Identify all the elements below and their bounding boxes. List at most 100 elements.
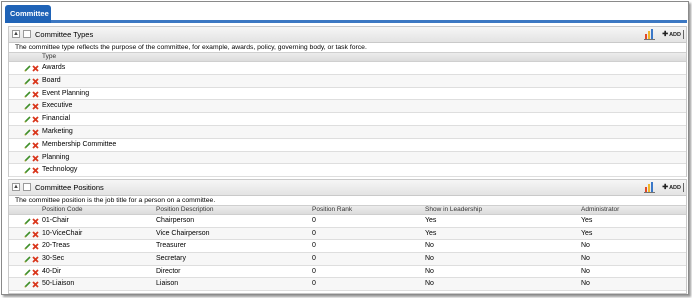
square-icon[interactable] (23, 183, 31, 191)
tab-bar: Committee (5, 5, 687, 23)
add-committee-type-button[interactable]: ✚ADD (662, 30, 684, 39)
committee-positions-panel: ▲ Committee Positions ✚ADD The committee… (8, 179, 687, 294)
position-description-cell: Treasurer (156, 242, 187, 250)
collapse-up-icon[interactable]: ▲ (12, 183, 20, 191)
pencil-icon[interactable] (24, 129, 31, 136)
table-row[interactable]: Executive (9, 100, 686, 114)
position-rank-cell: 0 (312, 242, 316, 250)
pencil-icon[interactable] (24, 91, 31, 98)
square-icon[interactable] (23, 30, 31, 38)
column-header-position-code[interactable]: Position Code (42, 206, 82, 214)
pencil-icon[interactable] (24, 103, 31, 110)
type-cell: Marketing (42, 127, 73, 135)
red-x-icon[interactable] (32, 154, 39, 162)
administrator-cell: No (581, 242, 590, 250)
red-x-icon[interactable] (32, 231, 39, 238)
red-x-icon[interactable] (32, 103, 39, 111)
bar-chart-icon[interactable] (644, 181, 656, 193)
committee-positions-header: ▲ Committee Positions ✚ADD (9, 180, 686, 196)
position-rank-cell: 0 (312, 217, 316, 224)
pencil-icon[interactable] (24, 116, 31, 123)
committee-positions-description: The committee position is the job title … (15, 197, 216, 204)
committee-types-description: The committee type reflects the purpose … (15, 44, 367, 51)
pencil-icon[interactable] (24, 281, 31, 289)
red-x-icon[interactable] (32, 256, 39, 263)
administrator-cell: Yes (581, 229, 593, 237)
column-header-administrator[interactable]: Administrator (581, 206, 619, 214)
red-x-icon[interactable] (32, 269, 39, 276)
pencil-icon[interactable] (24, 155, 31, 162)
plus-icon: ✚ (662, 184, 669, 191)
tab-committee[interactable]: Committee (5, 5, 51, 23)
committee-window: Committee ▲ Committee Types ✚ADD The com… (1, 1, 689, 295)
table-row[interactable]: 50-Liaison Liaison 0 No No (9, 278, 686, 292)
table-row[interactable]: Board (9, 74, 686, 88)
type-cell: Financial (42, 115, 71, 123)
administrator-cell: No (581, 267, 590, 275)
position-code-cell: 40-Dir (42, 267, 62, 275)
type-cell: Board (42, 76, 61, 84)
pencil-icon[interactable] (24, 65, 31, 72)
position-code-cell: 20-Treas (42, 242, 70, 250)
table-row[interactable]: Financial (9, 113, 686, 126)
table-row[interactable]: Marketing (9, 125, 686, 139)
red-x-icon[interactable] (32, 78, 39, 85)
red-x-icon[interactable] (32, 218, 39, 225)
red-x-icon[interactable] (32, 129, 39, 136)
pencil-icon[interactable] (24, 256, 31, 263)
committee-types-title: Committee Types (35, 30, 94, 39)
show-in-leadership-cell: No (425, 280, 434, 288)
position-description-cell: Director (156, 267, 181, 275)
position-rank-cell: 0 (312, 255, 316, 263)
administrator-cell: No (581, 280, 590, 288)
table-row[interactable]: 01-Chair Chairperson 0 Yes Yes (9, 215, 686, 228)
add-label: ADD (669, 185, 681, 191)
pencil-icon[interactable] (24, 167, 31, 174)
table-row[interactable]: 10-ViceChair Vice Chairperson 0 Yes Yes (9, 227, 686, 241)
table-row[interactable]: 20-Treas Treasurer 0 No No (9, 240, 686, 254)
table-row[interactable]: Membership Committee (9, 139, 686, 152)
column-header-type[interactable]: Type (42, 53, 56, 61)
red-x-icon[interactable] (32, 281, 39, 289)
add-label: ADD (669, 32, 681, 38)
column-header-position-description[interactable]: Position Description (156, 206, 213, 214)
table-row[interactable]: 40-Dir Director 0 No No (9, 266, 686, 279)
red-x-icon[interactable] (32, 243, 39, 251)
administrator-cell: No (581, 255, 590, 263)
red-x-icon[interactable] (32, 65, 39, 72)
position-rank-cell: 0 (312, 280, 316, 288)
position-description-cell: Chairperson (156, 217, 195, 224)
plus-icon: ✚ (662, 31, 669, 38)
committee-positions-list: 01-Chair Chairperson 0 Yes Yes 10-ViceChair Vi… (9, 215, 686, 292)
red-x-icon[interactable] (32, 142, 39, 149)
type-cell: Awards (42, 64, 66, 71)
table-row[interactable]: Planning (9, 151, 686, 165)
red-x-icon[interactable] (32, 167, 39, 175)
show-in-leadership-cell: No (425, 267, 434, 275)
pencil-icon[interactable] (24, 243, 31, 250)
table-row[interactable]: 30-Sec Secretary 0 No No (9, 253, 686, 266)
column-header-position-rank[interactable]: Position Rank (312, 206, 352, 214)
table-row[interactable]: Awards (9, 62, 686, 75)
red-x-icon[interactable] (32, 116, 39, 123)
show-in-leadership-cell: No (425, 242, 434, 250)
bar-chart-icon[interactable] (644, 28, 656, 40)
collapse-up-icon[interactable]: ▲ (12, 30, 20, 38)
table-row[interactable]: Event Planning (9, 88, 686, 101)
administrator-cell: Yes (581, 217, 593, 224)
pencil-icon[interactable] (24, 78, 31, 85)
table-row[interactable]: Technology (9, 164, 686, 178)
committee-types-header: ▲ Committee Types ✚ADD (9, 27, 686, 43)
add-committee-position-button[interactable]: ✚ADD (662, 183, 684, 192)
type-cell: Planning (42, 153, 70, 161)
position-description-cell: Secretary (156, 255, 186, 263)
position-description-cell: Liaison (156, 280, 179, 288)
red-x-icon[interactable] (32, 90, 39, 98)
committee-types-list: Awards Board Event Planning Executive Financ… (9, 62, 686, 178)
pencil-icon[interactable] (24, 231, 31, 238)
pencil-icon[interactable] (24, 269, 31, 276)
pencil-icon[interactable] (24, 142, 31, 149)
pencil-icon[interactable] (24, 218, 31, 225)
column-header-show-in-leadership[interactable]: Show in Leadership (425, 206, 482, 214)
position-code-cell: 30-Sec (42, 255, 65, 263)
